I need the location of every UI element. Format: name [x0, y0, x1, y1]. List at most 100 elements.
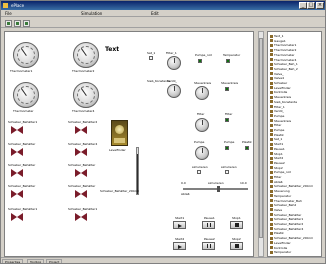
canvas-scrollbar[interactable]	[258, 31, 264, 257]
pause-button-2[interactable]	[202, 242, 215, 250]
tree-item[interactable]: Pumpe	[270, 128, 284, 132]
thermometer-gauge-3[interactable]	[13, 82, 39, 108]
level-bar[interactable]	[136, 147, 139, 195]
tree-item[interactable]: Levelfinder	[270, 86, 291, 90]
menu-file[interactable]: File	[5, 10, 12, 17]
tree-item[interactable]: Thermometer_Beh	[270, 199, 302, 203]
tree-item[interactable]: Filter_1	[270, 105, 285, 109]
checkbox-simulieren-2[interactable]	[225, 170, 229, 174]
tree-item[interactable]: Schieber_Beh2	[270, 203, 296, 207]
tree-item[interactable]: Temperatur	[270, 250, 291, 254]
tree-item[interactable]: Valve	[270, 208, 282, 212]
valve-icon-9[interactable]	[11, 213, 23, 221]
tool-button-2[interactable]	[14, 20, 21, 27]
status-tab-toolbox[interactable]: Toolbox	[27, 259, 45, 263]
knob-pumpe[interactable]	[195, 146, 209, 160]
close-button[interactable]: ×	[316, 2, 324, 9]
tree-item[interactable]: Steuerkreis	[270, 119, 291, 123]
tree-item[interactable]: Schieber_Beh_1	[270, 62, 298, 66]
design-canvas[interactable]: Thermometer1 Thermometer2 Text Thermomet…	[4, 31, 254, 257]
start-button-2[interactable]	[173, 242, 186, 250]
checkbox-simulieren-1[interactable]	[197, 170, 201, 174]
tree-item[interactable]: Valve_	[270, 72, 284, 76]
minimize-button[interactable]: _	[299, 2, 307, 9]
knob-filter[interactable]	[195, 118, 209, 132]
status-tab-project[interactable]: Project	[46, 259, 63, 263]
tree-item[interactable]: Pause2	[270, 161, 285, 165]
stop-button-2[interactable]	[230, 242, 243, 250]
knob-filter-1[interactable]	[167, 56, 181, 70]
tree-item[interactable]: Kontrolle	[270, 90, 287, 94]
tree-item[interactable]: Text_1	[270, 34, 283, 38]
tree-item[interactable]: Start2	[270, 156, 283, 160]
tree-item[interactable]: Pause1	[270, 147, 285, 151]
valve-icon-10[interactable]	[75, 213, 87, 221]
tree-item[interactable]: Schieber_Behälter_200cm	[270, 184, 313, 188]
tree-item[interactable]: Temperatur	[270, 194, 291, 198]
slider-thumb[interactable]	[217, 186, 220, 192]
valve-icon-6[interactable]	[75, 169, 87, 177]
tree-item[interactable]: Start1	[270, 142, 283, 146]
valve-icon-3[interactable]	[11, 148, 23, 156]
tree-item[interactable]: Thermometer4	[270, 58, 296, 62]
tree-item[interactable]: Steuerung	[270, 189, 290, 193]
tree-item[interactable]: Pumpe	[270, 114, 284, 118]
tree-item[interactable]: Valve4	[270, 76, 284, 80]
level-meter[interactable]	[111, 120, 128, 146]
tree-item[interactable]: Ventil_	[270, 109, 284, 113]
tree-item[interactable]: Schieber	[270, 81, 287, 85]
menu-edit[interactable]: Edit	[151, 10, 159, 17]
maximize-button[interactable]: □	[307, 2, 315, 9]
component-tree[interactable]: Text_1 Gauge1 Thermometer1 Thermometer2 Ther…	[267, 31, 322, 257]
tree-item[interactable]: Pumpe_not	[270, 170, 291, 174]
tree-item[interactable]: Filter	[270, 175, 281, 179]
ablass-slider[interactable]	[183, 186, 248, 192]
checkbox-pumpe[interactable]	[225, 146, 229, 150]
stop-button-1[interactable]	[230, 221, 243, 229]
scrollbar-thumb[interactable]	[259, 38, 263, 238]
valve-icon-5[interactable]	[11, 169, 23, 177]
tool-button-3[interactable]	[23, 20, 30, 27]
tree-item[interactable]: Sieb_Konstante	[270, 100, 297, 104]
checkbox-sat[interactable]	[149, 56, 153, 60]
thermometer-gauge-1[interactable]	[13, 42, 39, 68]
pause-button-1[interactable]	[202, 221, 215, 229]
valve-icon-7[interactable]	[11, 190, 23, 198]
tree-item[interactable]: Sat_1	[270, 137, 282, 141]
tool-button-1[interactable]	[5, 20, 12, 27]
tree-item[interactable]: Kontrolle	[270, 246, 287, 250]
tree-item[interactable]: Schieber_Behälter	[270, 213, 301, 217]
tree-item[interactable]: Stop2	[270, 166, 283, 170]
tree-item[interactable]: Thermometer	[270, 53, 295, 57]
tree-item[interactable]: Filter	[270, 123, 281, 127]
tree-item[interactable]: Schieber_Behälter_200cm	[270, 236, 313, 240]
tree-item[interactable]: Thermometer1	[270, 43, 296, 47]
menu-simulation[interactable]: Simulation	[81, 10, 102, 17]
start-button-1[interactable]	[173, 221, 186, 229]
knob-steuerkreis[interactable]	[195, 86, 209, 100]
checkbox-temperatur[interactable]	[226, 59, 230, 63]
checkbox-plastik[interactable]	[245, 146, 249, 150]
tree-item[interactable]: Plastik	[270, 133, 284, 137]
tree-item[interactable]: Levelfinder	[270, 241, 291, 245]
tree-item[interactable]: Schieber_Behälter4	[270, 227, 303, 231]
tree-item[interactable]: Schieber_Beh_2	[270, 67, 298, 71]
tree-item[interactable]: Schieber_Behälter2	[270, 222, 303, 226]
checkbox-pumpe-not[interactable]	[198, 59, 202, 63]
tree-item[interactable]: Ablaß	[270, 180, 283, 184]
checkbox-filter[interactable]	[225, 118, 229, 122]
tree-item[interactable]: Gauge1	[270, 39, 286, 43]
thermometer-gauge-4[interactable]	[73, 82, 99, 108]
tree-item[interactable]: Thermometer2	[270, 48, 296, 52]
tree-item[interactable]: Plastik	[270, 231, 284, 235]
knob-ventil[interactable]	[167, 84, 181, 98]
valve-icon-2[interactable]	[75, 126, 87, 134]
valve-icon-4[interactable]	[75, 148, 87, 156]
tree-item[interactable]: Schieber_Behälter1	[270, 217, 303, 221]
tree-item[interactable]: Steuerkreis	[270, 95, 291, 99]
valve-icon-8[interactable]	[75, 190, 87, 198]
tree-item[interactable]: Stop1	[270, 152, 283, 156]
valve-icon-1[interactable]	[11, 126, 23, 134]
thermometer-gauge-2[interactable]	[73, 42, 99, 68]
checkbox-steuerkreis[interactable]	[225, 87, 229, 91]
